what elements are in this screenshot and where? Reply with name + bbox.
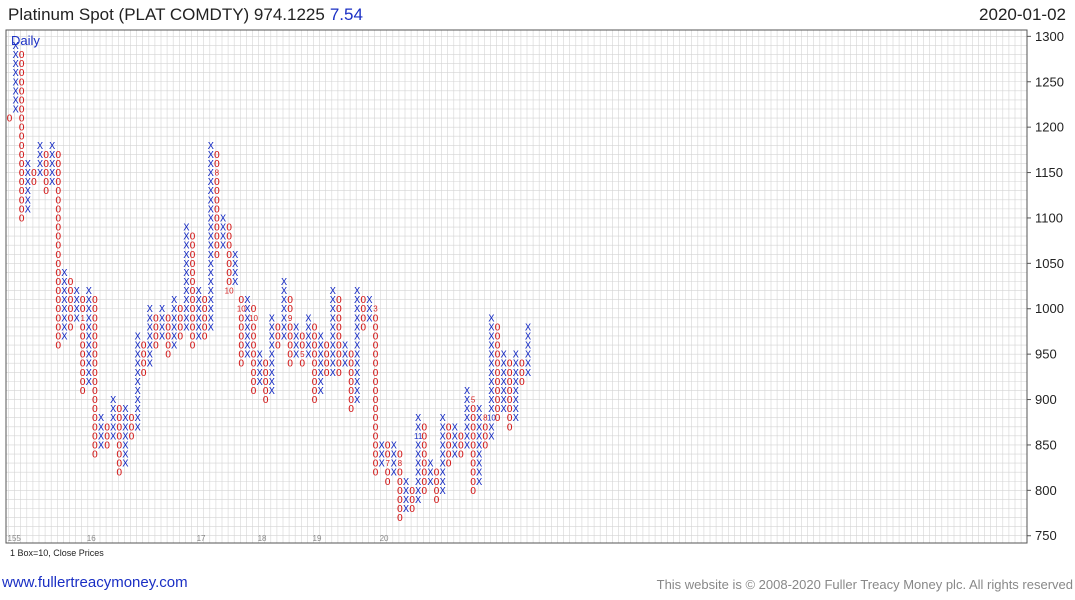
x-mark: X	[525, 322, 531, 333]
pnf-marks: OXXXXXXXXOOOOOOOOOOOOOOOOOOOXXXXXXOO XXXX…	[6, 41, 531, 524]
o-mark: O	[421, 422, 427, 433]
y-tick-label: 1300	[1035, 29, 1064, 44]
month-marker: 3	[373, 305, 378, 314]
y-tick-label: 1150	[1035, 165, 1063, 180]
period-label: Daily	[11, 33, 40, 48]
o-mark: O	[336, 295, 342, 306]
y-tick-label: 1200	[1035, 120, 1064, 135]
x-tick-label: 17	[197, 534, 206, 543]
x-mark: X	[476, 404, 482, 415]
y-tick-label: 1050	[1035, 256, 1064, 271]
y-tick-label: 850	[1035, 437, 1057, 452]
grid-lines	[6, 30, 1027, 543]
y-tick-label: 1000	[1035, 301, 1064, 316]
o-mark: O	[372, 313, 378, 324]
copyright-text: This website is © 2008-2020 Fuller Treac…	[656, 577, 1073, 592]
x-tick-label: 18	[258, 534, 267, 543]
o-mark: O	[250, 322, 256, 333]
x-tick-label: 16	[87, 534, 96, 543]
o-mark: O	[92, 295, 98, 306]
y-axis: 750 800 850 900 950 1000 1050 1100 1150 1200 1250 1…	[1027, 29, 1064, 543]
y-tick-label: 1250	[1035, 74, 1064, 89]
plot-frame	[5, 29, 1028, 544]
y-tick-label: 800	[1035, 483, 1057, 498]
o-mark: O	[494, 322, 500, 333]
x-tick-label: 20	[380, 534, 389, 543]
x-mark: X	[232, 250, 238, 261]
o-mark: O	[250, 304, 256, 315]
y-tick-label: 950	[1035, 347, 1057, 362]
o-mark: O	[214, 150, 220, 161]
o-mark: O	[397, 450, 403, 461]
o-mark: O	[55, 150, 61, 161]
x-tick-label: 155	[8, 534, 22, 543]
x-mark: X	[464, 386, 470, 397]
y-tick-label: 750	[1035, 528, 1057, 543]
y-tick-label: 900	[1035, 392, 1057, 407]
pnf-chart: OXXXXXXXXOOOOOOOOOOOOOOOOOOOXXXXXXOO XXXX…	[5, 29, 1064, 558]
x-tick-label: 19	[313, 534, 322, 543]
o-mark: O	[226, 223, 232, 234]
o-mark: O	[19, 50, 25, 61]
month-marker: 5	[471, 396, 476, 405]
box-size-note: 1 Box=10, Close Prices	[10, 548, 104, 558]
site-link[interactable]: www.fullertreacymoney.com	[2, 574, 188, 591]
x-mark: X	[366, 295, 372, 306]
y-tick-label: 1100	[1035, 210, 1063, 225]
o-mark: O	[189, 232, 195, 243]
o-mark: O	[287, 295, 293, 306]
o-mark: O	[214, 177, 220, 188]
x-mark: X	[281, 277, 287, 288]
